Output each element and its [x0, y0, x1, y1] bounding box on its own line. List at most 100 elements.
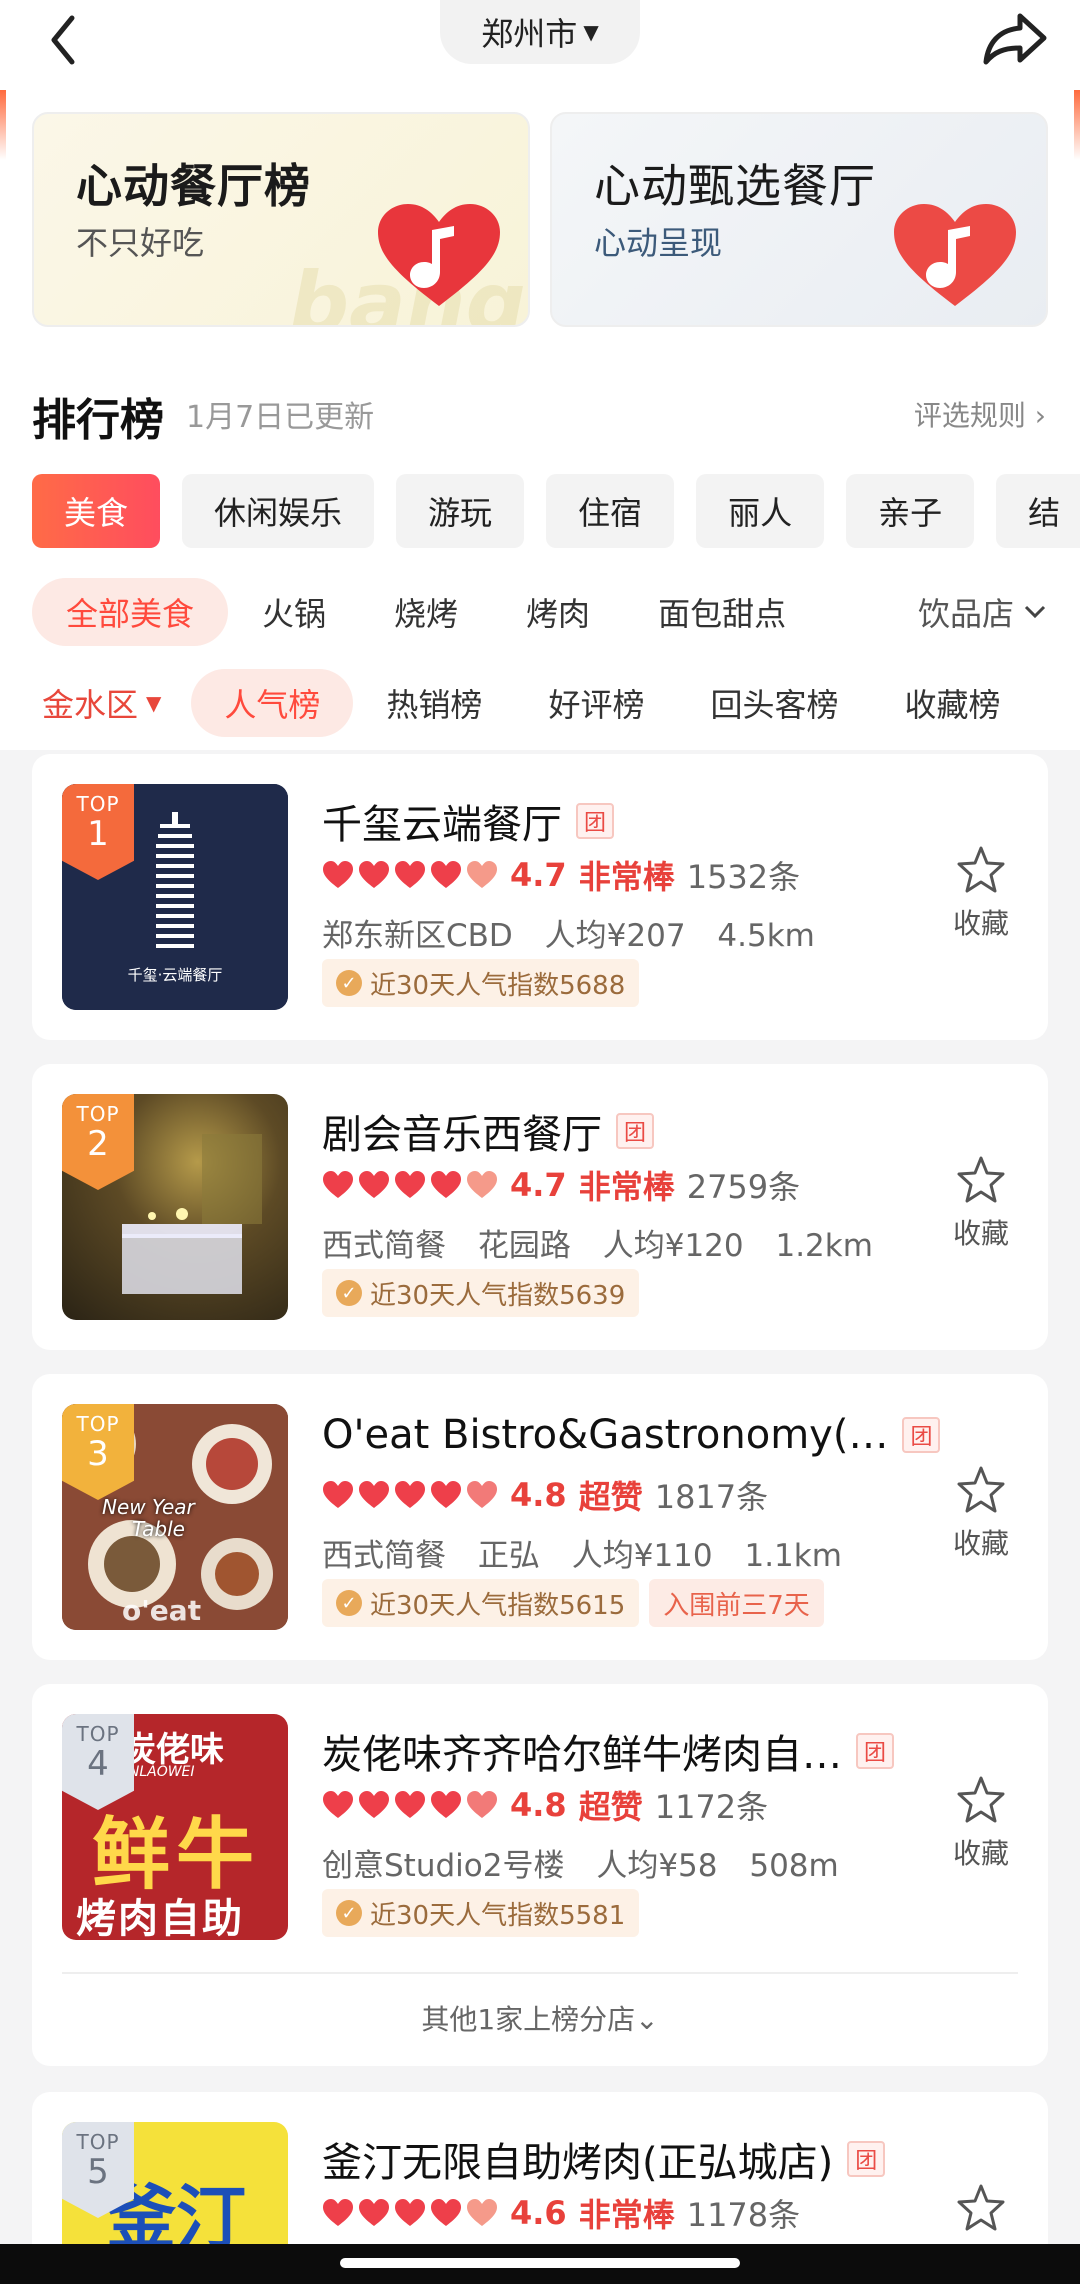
rank-badge: TOP 2 [62, 1094, 134, 1190]
heart-icon [467, 861, 497, 888]
tab-family[interactable]: 亲子 [846, 474, 975, 548]
restaurant-tags: ✓ 近30天人气指数5615 入围前三7天 [322, 1579, 824, 1627]
subtab-hotpot[interactable]: 火锅 [228, 578, 360, 646]
heart-icon [467, 2199, 497, 2226]
heart-icon [323, 2199, 353, 2226]
rating-row: 4.7 非常棒 1532条 [322, 852, 800, 898]
meta-area: 正弘 [477, 1538, 540, 1574]
tab-popularity[interactable]: 人气榜 [191, 669, 354, 737]
subtab-all-food[interactable]: 全部美食 [32, 578, 229, 646]
restaurant-name[interactable]: 炭佬味齐齐哈尔鲜牛烤肉自… 团 [322, 1722, 894, 1780]
restaurant-name[interactable]: 千玺云端餐厅 团 [322, 792, 614, 850]
tab-leisure[interactable]: 休闲娱乐 [182, 474, 375, 548]
banner-title: 心动甄选餐厅 [594, 159, 876, 213]
district-selector[interactable]: 金水区 ▼ [42, 680, 161, 726]
group-deal-badge: 团 [902, 1417, 941, 1453]
subtab-drinks: 饮品店 [917, 595, 1014, 633]
caption-line-2: Table [132, 1517, 185, 1541]
favorite-label: 收藏 [952, 1837, 1009, 1870]
tab-hotel[interactable]: 住宿 [546, 474, 675, 548]
rating-row: 4.8 超赞 1817条 [322, 1472, 768, 1518]
rating-score: 4.7 [510, 856, 567, 894]
restaurant-name[interactable]: 剧会音乐西餐厅 团 [322, 1102, 654, 1160]
restaurant-name[interactable]: 釜汀无限自助烤肉(正弘城店) 团 [322, 2130, 886, 2188]
heart-icon [431, 2199, 461, 2226]
home-indicator[interactable] [340, 2258, 740, 2268]
restaurant-card[interactable]: 千玺·云端餐厅 TOP 1 千玺云端餐厅 团 4.7 非常棒 1532条 郑东新… [32, 754, 1048, 1040]
tab-best-selling[interactable]: 热销榜 [353, 669, 515, 737]
share-button[interactable] [980, 6, 1050, 66]
rank-number: 1 [87, 814, 109, 854]
restaurant-thumbnail: 千玺·云端餐厅 TOP 1 [62, 784, 288, 1010]
rating-hearts [322, 1170, 498, 1200]
popularity-tag: ✓ 近30天人气指数5581 [322, 1889, 640, 1937]
favorite-button[interactable] [946, 2182, 1016, 2238]
tab-top-rated[interactable]: 好评榜 [515, 669, 677, 737]
meta-distance: 508m [749, 1848, 839, 1884]
meta-price: 人均¥110 [571, 1538, 713, 1574]
top3-tag: 入围前三7天 [649, 1579, 824, 1627]
subtab-bbq[interactable]: 烧烤 [360, 578, 492, 646]
restaurant-thumbnail: 炭佬味 TANLAOWEI 鲜牛 烤肉自助 TOP 4 [62, 1714, 288, 1940]
more-branches-toggle[interactable]: 其他1家上榜分店⌄ [62, 1972, 1018, 2052]
favorite-label: 收藏 [952, 907, 1009, 940]
tab-most-saved[interactable]: 收藏榜 [871, 669, 1033, 737]
meta-distance: 4.5km [717, 918, 815, 954]
tab-play[interactable]: 游玩 [396, 474, 525, 548]
review-count: 1178条 [686, 2196, 801, 2234]
rating-row: 4.8 超赞 1172条 [322, 1782, 768, 1828]
selection-rules-link[interactable]: 评选规则 › [914, 394, 1046, 434]
meta-area: 创意Studio2号楼 [322, 1848, 565, 1884]
heart-icon [359, 2199, 389, 2226]
review-count: 1172条 [654, 1788, 769, 1826]
restaurant-name-text: O'eat Bistro&Gastronomy(… [322, 1412, 889, 1458]
heart-icon [431, 861, 461, 888]
rank-number: 3 [87, 1434, 109, 1474]
list-filter-row: 金水区 ▼ 人气榜 热销榜 好评榜 回头客榜 收藏榜 [0, 666, 1080, 740]
nav-bar: 郑州市 ▼ [0, 0, 1080, 82]
tab-repeat-customers[interactable]: 回头客榜 [677, 669, 871, 737]
subtab-grill[interactable]: 烤肉 [492, 578, 624, 646]
meta-area: 花园路 [477, 1228, 571, 1264]
popularity-tag: ✓ 近30天人气指数5688 [322, 959, 640, 1007]
restaurant-name-text: 剧会音乐西餐厅 [322, 1112, 602, 1158]
category-tabs: 美食 休闲娱乐 游玩 住宿 丽人 亲子 结 [32, 474, 1080, 548]
rank-badge-label: TOP [76, 792, 120, 816]
favorite-button[interactable]: 收藏 [946, 1464, 1016, 1562]
heart-icon [359, 1791, 389, 1818]
favorite-button[interactable]: 收藏 [946, 844, 1016, 942]
tab-food[interactable]: 美食 [32, 474, 161, 548]
rating-row: 4.6 非常棒 1178条 [322, 2190, 800, 2236]
tab-wedding[interactable]: 结 [996, 474, 1080, 548]
meta-area: 郑东新区CBD [322, 918, 513, 954]
group-deal-badge: 团 [616, 1113, 654, 1149]
rank-number: 4 [87, 1744, 109, 1784]
rating-score: 4.7 [510, 1166, 567, 1204]
heart-icon [395, 1791, 425, 1818]
rating-score: 4.8 [510, 1476, 567, 1514]
subtab-more-dropdown[interactable]: 饮品店 [907, 578, 1050, 646]
heart-icon [359, 1481, 389, 1508]
restaurant-name[interactable]: O'eat Bistro&Gastronomy(… 团 [322, 1412, 941, 1458]
banner-heart-selected-restaurant[interactable]: 心动甄选餐厅 心动呈现 [550, 112, 1048, 327]
heart-icon [359, 861, 389, 888]
back-button[interactable] [40, 8, 90, 68]
banner-heart-restaurant-list[interactable]: bang! 心动餐厅榜 不只好吃 [32, 112, 530, 327]
tab-beauty[interactable]: 丽人 [696, 474, 825, 548]
thumb-bottom-text: 烤肉自助 [76, 1896, 244, 1940]
city-selector[interactable]: 郑州市 ▼ [440, 0, 640, 64]
restaurant-card[interactable]: TOP 2 剧会音乐西餐厅 团 4.7 非常棒 2759条 西式简餐 花园路 人… [32, 1064, 1048, 1350]
favorite-button[interactable]: 收藏 [946, 1154, 1016, 1252]
favorite-button[interactable]: 收藏 [946, 1774, 1016, 1872]
restaurant-card[interactable]: 炭佬味 TANLAOWEI 鲜牛 烤肉自助 TOP 4 炭佬味齐齐哈尔鲜牛烤肉自… [32, 1684, 1048, 2066]
rating-label: 非常棒 [578, 2196, 675, 2234]
restaurant-card[interactable]: New Year Table o'eat TOP 3 O'eat Bistro&… [32, 1374, 1048, 1660]
subtab-bakery[interactable]: 面包甜点 [624, 578, 820, 646]
restaurant-tags: ✓ 近30天人气指数5581 [322, 1889, 640, 1937]
heart-icon [467, 1481, 497, 1508]
rank-badge-label: TOP [76, 1412, 120, 1436]
restaurant-tags: ✓ 近30天人气指数5639 [322, 1269, 640, 1317]
heart-logo-icon [894, 204, 1016, 306]
check-icon: ✓ [336, 1900, 362, 1926]
rating-hearts [322, 1790, 498, 1820]
